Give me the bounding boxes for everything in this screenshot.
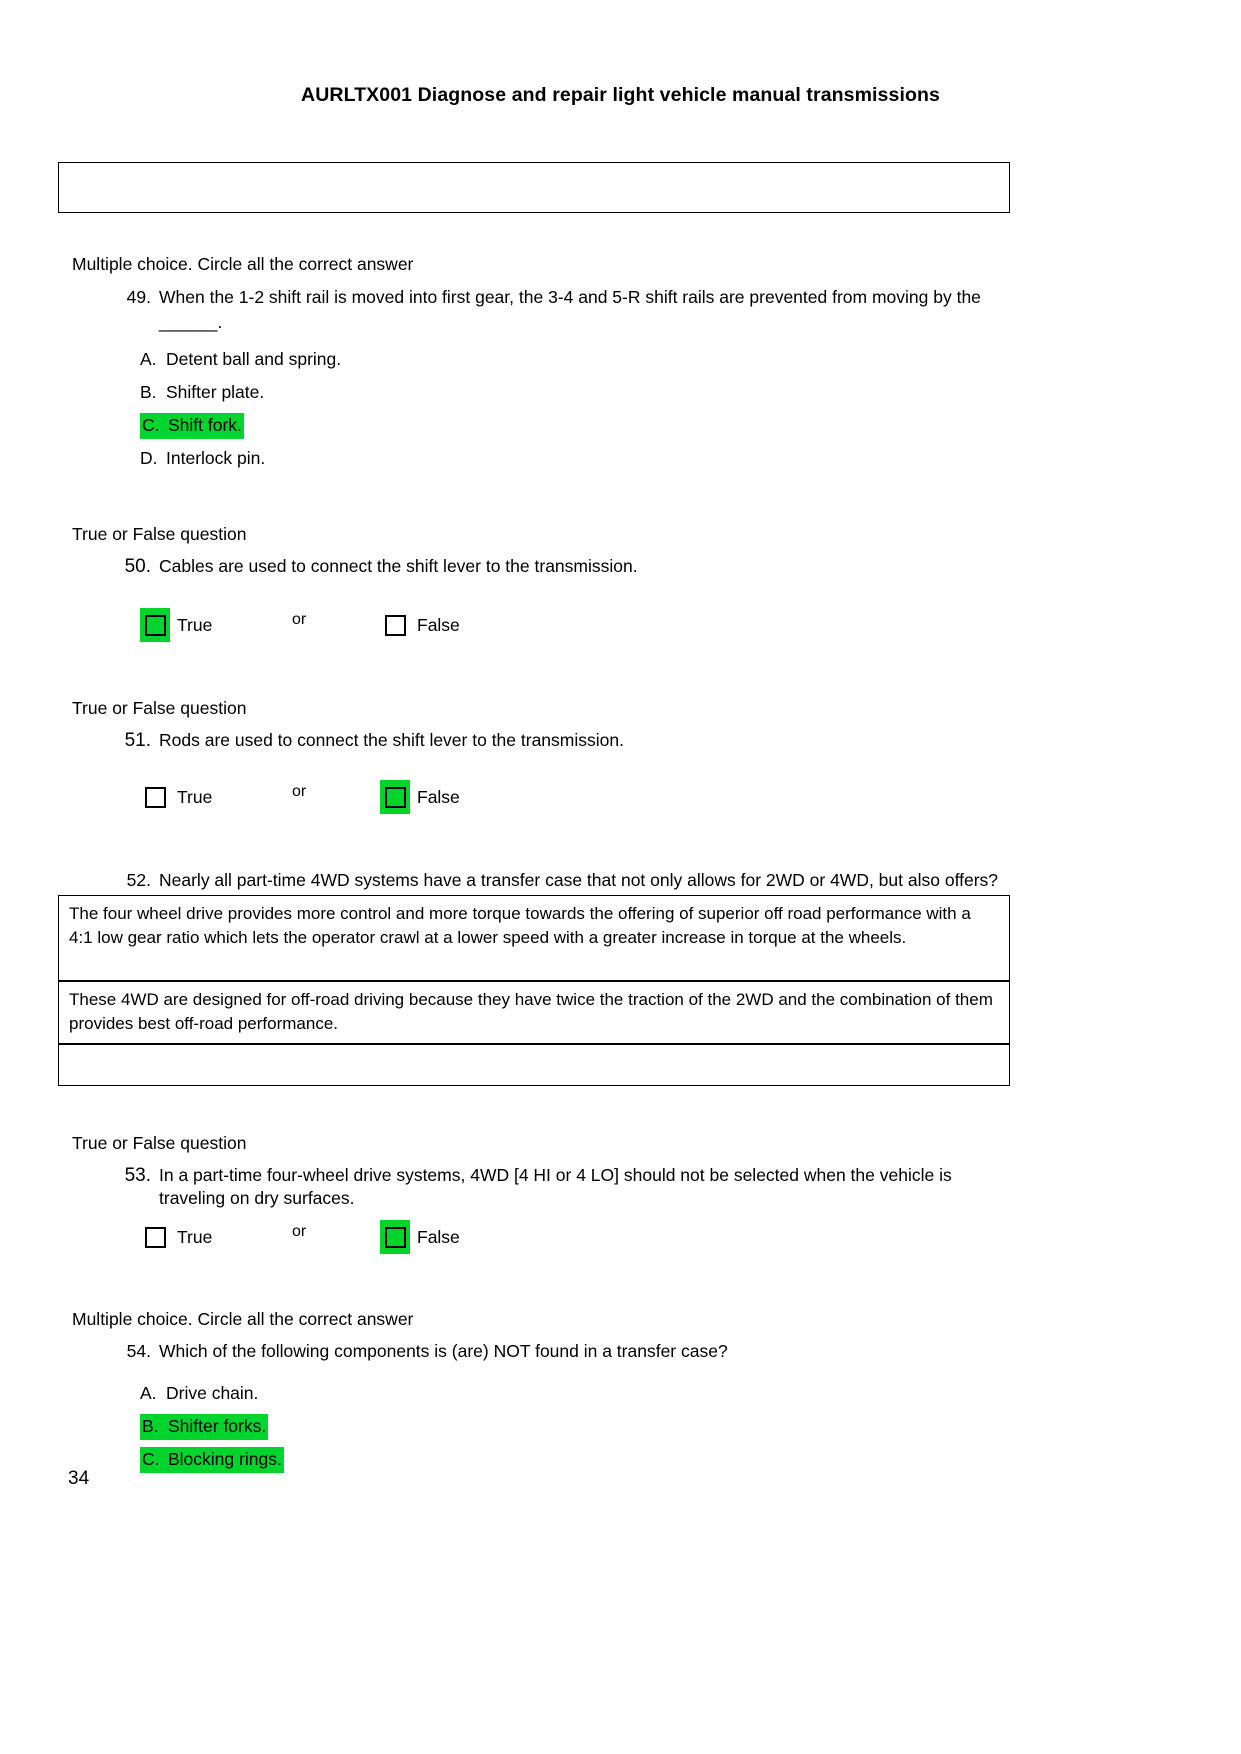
question-54-option-a-text: Drive chain. (166, 1383, 259, 1403)
question-50-true-option[interactable]: True (140, 608, 212, 642)
question-50-false-label: False (417, 614, 460, 635)
question-49-option-c-text: Shift fork. (168, 415, 242, 435)
question-53-number: 53. (124, 1165, 151, 1186)
question-50-false-option[interactable]: False (380, 608, 460, 642)
question-53-false-checkbox[interactable] (380, 1220, 410, 1254)
question-51-false-label: False (417, 786, 460, 807)
question-52-answer-box-1[interactable]: The four wheel drive provides more contr… (58, 895, 1010, 981)
page-number: 34 (68, 1468, 90, 1489)
question-51-truefalse-row: True or False (140, 780, 560, 820)
question-54-number: 54. (126, 1341, 151, 1361)
question-49-option-a-letter: A. (140, 349, 157, 369)
multiple-choice-prompt-2: Multiple choice. Circle all the correct … (72, 1309, 414, 1329)
question-51: 51. Rods are used to connect the shift le… (113, 728, 624, 754)
question-51-true-option[interactable]: True (140, 780, 212, 814)
question-53-text-line2-wrap: traveling on dry surfaces. (159, 1186, 355, 1210)
question-54-option-c-letter: C. (142, 1449, 160, 1469)
question-52-answer-1-text: The four wheel drive provides more contr… (69, 904, 971, 948)
question-53-false-label: False (417, 1226, 460, 1247)
question-50-truefalse-row: True or False (140, 608, 560, 648)
true-false-prompt-3: True or False question (72, 1133, 247, 1153)
question-51-false-checkbox[interactable] (380, 780, 410, 814)
question-52-number: 52. (126, 870, 151, 890)
question-54-text: Which of the following components is (ar… (159, 1341, 728, 1361)
question-53-truefalse-row: True or False (140, 1220, 560, 1260)
question-50-true-checkbox[interactable] (140, 608, 170, 642)
question-49-text-line2-wrap: ______. (159, 310, 222, 334)
question-49-option-a-text: Detent ball and spring. (166, 349, 342, 369)
question-54-option-b-letter: B. (142, 1416, 159, 1436)
question-50-false-checkbox[interactable] (380, 608, 410, 642)
question-50-or-label: or (292, 611, 307, 628)
question-51-number: 51. (124, 730, 151, 751)
question-51-or-label: or (292, 783, 307, 800)
question-49-option-d-letter: D. (140, 448, 158, 468)
question-51-false-option[interactable]: False (380, 780, 460, 814)
question-53-text-line1: In a part-time four-wheel drive systems,… (159, 1165, 952, 1185)
question-51-true-label: True (177, 786, 213, 807)
question-49: 49. When the 1-2 shift rail is moved into… (113, 285, 1043, 309)
question-54-option-c[interactable]: C. Blocking rings. (140, 1447, 284, 1473)
page-title: AURLTX001 Diagnose and repair light vehi… (301, 84, 940, 106)
question-52-answer-box-2[interactable]: These 4WD are designed for off-road driv… (58, 981, 1010, 1044)
true-false-prompt-1: True or False question (72, 524, 247, 544)
question-53-text-line2: traveling on dry surfaces. (159, 1188, 355, 1208)
question-52-answer-2-text: These 4WD are designed for off-road driv… (69, 990, 993, 1034)
question-54-option-b[interactable]: B. Shifter forks. (140, 1414, 269, 1440)
question-52: 52. Nearly all part-time 4WD systems have… (113, 868, 1073, 892)
question-54-option-c-text: Blocking rings. (168, 1449, 282, 1469)
question-49-text-line2: ______. (159, 312, 223, 332)
question-53-true-label: True (177, 1226, 213, 1247)
question-54: 54. Which of the following components is … (113, 1339, 728, 1363)
true-false-prompt-2: True or False question (72, 698, 247, 718)
question-53-or-label: or (292, 1223, 307, 1240)
question-54-option-a[interactable]: A. Drive chain. (140, 1382, 258, 1405)
question-49-number: 49. (126, 287, 151, 307)
question-51-true-checkbox[interactable] (140, 780, 170, 814)
question-50-text: Cables are used to connect the shift lev… (159, 556, 638, 576)
question-49-option-d[interactable]: D. Interlock pin. (140, 447, 265, 470)
question-49-option-b-letter: B. (140, 382, 157, 402)
multiple-choice-prompt-1: Multiple choice. Circle all the correct … (72, 254, 414, 274)
question-54-option-b-text: Shifter forks. (168, 1416, 267, 1436)
question-49-option-c[interactable]: C. Shift fork. (140, 413, 244, 439)
question-50-number: 50. (124, 556, 151, 577)
question-49-option-a[interactable]: A. Detent ball and spring. (140, 348, 341, 371)
question-50: 50. Cables are used to connect the shift … (113, 554, 638, 580)
question-52-answer-box-3[interactable] (58, 1044, 1010, 1086)
question-51-text: Rods are used to connect the shift lever… (159, 730, 624, 750)
question-54-option-a-letter: A. (140, 1383, 157, 1403)
top-answer-box[interactable] (58, 162, 1010, 213)
question-49-option-c-letter: C. (142, 415, 160, 435)
question-49-option-d-text: Interlock pin. (166, 448, 266, 468)
question-49-option-b-text: Shifter plate. (166, 382, 265, 402)
question-52-text: Nearly all part-time 4WD systems have a … (159, 870, 999, 890)
question-49-text-line1: When the 1-2 shift rail is moved into fi… (159, 287, 981, 307)
question-53-false-option[interactable]: False (380, 1220, 460, 1254)
question-53-true-option[interactable]: True (140, 1220, 212, 1254)
worksheet-page: AURLTX001 Diagnose and repair light vehi… (0, 0, 1241, 1754)
question-53-true-checkbox[interactable] (140, 1220, 170, 1254)
question-50-true-label: True (177, 614, 213, 635)
question-49-option-b[interactable]: B. Shifter plate. (140, 381, 264, 404)
